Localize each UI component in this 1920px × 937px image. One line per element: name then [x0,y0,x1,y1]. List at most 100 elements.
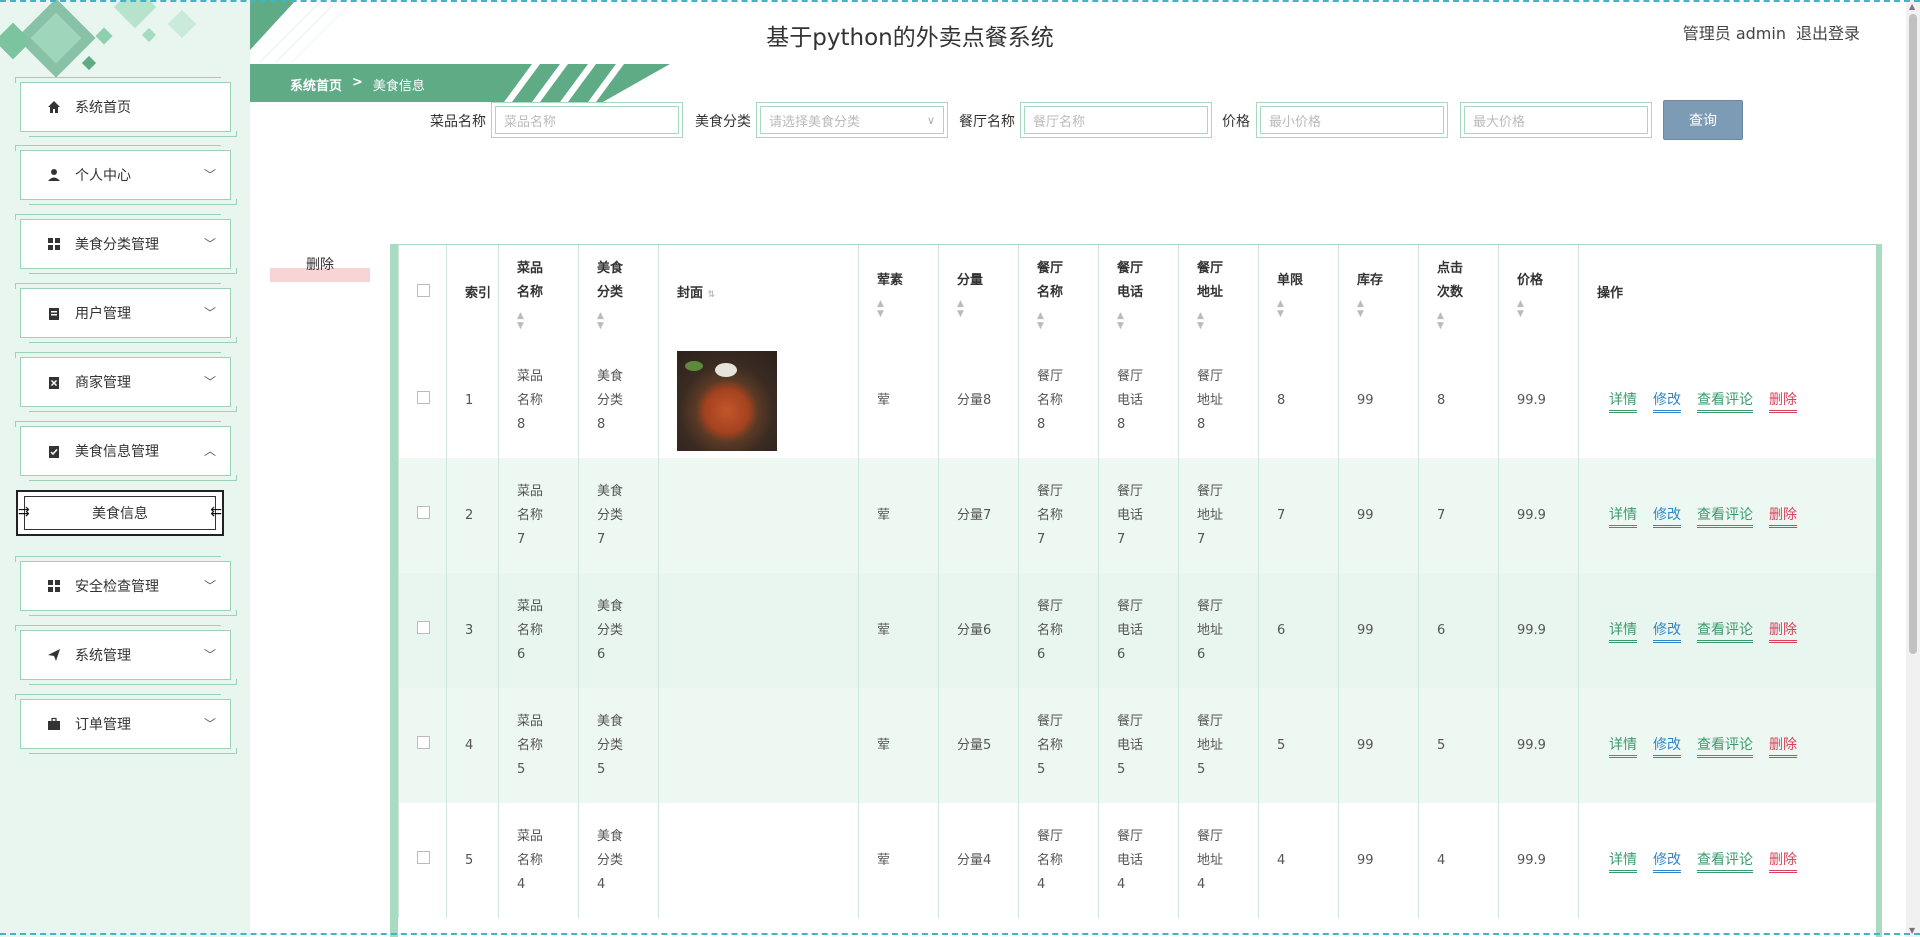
cell-index: 3 [446,573,499,688]
cell-veg: 荤 [858,458,939,573]
col-restaurant-phone[interactable]: 餐厅电话 ▲ ▼ [1098,245,1179,343]
sidebar-decoration [95,27,113,45]
col-cover[interactable]: 封面 ⇅ [658,245,859,343]
chevron-down-icon: ﹀ [203,168,216,182]
sidebar-item-label: 商家管理 [75,375,131,391]
restaurant-name-input[interactable]: 餐厅名称 [1020,102,1212,138]
col-restaurant-name[interactable]: 餐厅名称 ▲ ▼ [1018,245,1099,343]
view-comments-link[interactable]: 查看评论 [1697,505,1753,528]
breadcrumb-home[interactable]: 系统首页 [290,75,342,94]
cell-limit: 8 [1258,343,1339,458]
scroll-up-icon[interactable]: ▲ [1909,2,1915,11]
menu-decor-line [29,610,237,616]
delete-link[interactable]: 删除 [1769,505,1797,528]
row-checkbox[interactable] [417,505,430,519]
page-title: 基于python的外卖点餐系统 [766,25,1054,51]
sidebar-item[interactable]: 系统首页 [15,77,237,137]
sidebar-item[interactable]: 个人中心 ﹀ [15,145,237,205]
cell-operations: 详情 修改 查看评论 删除 [1578,803,1876,918]
sidebar-item[interactable]: 系统管理 ﹀ [15,625,237,685]
col-veg[interactable]: 荤素 ▲ ▼ [858,245,939,343]
view-comments-link[interactable]: 查看评论 [1697,735,1753,758]
menu-decor-line [15,556,221,562]
edit-link[interactable]: 修改 [1653,735,1681,758]
cell-cover [658,343,859,458]
cell-clicks: 4 [1418,803,1499,918]
view-comments-link[interactable]: 查看评论 [1697,850,1753,873]
logout-link[interactable]: 退出登录 [1796,20,1860,44]
cell-restaurant-phone: 餐厅电话5 [1098,688,1179,803]
cell-select [398,458,447,573]
delete-link[interactable]: 删除 [1769,735,1797,758]
col-category[interactable]: 美食分类 ▲ ▼ [578,245,659,343]
cell-veg: 荤 [858,573,939,688]
app-root: 系统首页 个人中心 ﹀ 美食分类管理 ﹀ 用户管理 ﹀ 商家管理 ﹀ 美食信息管理 ︿ 安全检查管理 ﹀… [0,0,1920,937]
max-price-input[interactable]: 最大价格 [1460,102,1652,138]
food-cover-image[interactable] [677,350,777,451]
sidebar-item[interactable]: 安全检查管理 ﹀ [15,556,237,616]
briefcase-icon [47,717,61,731]
cell-cover [658,688,859,803]
breadcrumb: 系统首页 > 美食信息 [250,64,670,102]
category-select[interactable]: 请选择美食分类 ∨ [756,102,948,138]
menu-decor-line [15,421,221,427]
sidebar-item-label: 个人中心 [75,168,131,184]
detail-link[interactable]: 详情 [1609,620,1637,643]
sidebar-item[interactable]: 用户管理 ﹀ [15,283,237,343]
cell-restaurant-address: 餐厅地址8 [1178,343,1259,458]
menu-decor-line [15,214,221,220]
delete-link[interactable]: 删除 [1769,620,1797,643]
min-price-input[interactable]: 最小价格 [1256,102,1448,138]
sidebar-item[interactable]: 商家管理 ﹀ [15,352,237,412]
cell-dish-name: 菜品名称4 [498,803,579,918]
detail-link[interactable]: 详情 [1609,390,1637,413]
query-button[interactable]: 查询 [1663,100,1743,140]
table-row: 2 菜品名称7 美食分类7 荤分量7 餐厅名称7 餐厅电话7 餐厅地址7 7 99 7 99.9 详情… [398,458,1876,573]
col-clicks[interactable]: 点击次数 ▲ ▼ [1418,245,1499,343]
detail-link[interactable]: 详情 [1609,735,1637,758]
col-stock[interactable]: 库存 ▲ ▼ [1338,245,1419,343]
cell-select [398,573,447,688]
col-dish-name[interactable]: 菜品名称 ▲ ▼ [498,245,579,343]
view-comments-link[interactable]: 查看评论 [1697,390,1753,413]
cell-dish-name: 菜品名称7 [498,458,579,573]
sort-icon: ▲ ▼ [1197,311,1204,331]
edit-link[interactable]: 修改 [1653,850,1681,873]
cell-veg: 荤 [858,343,939,458]
sidebar-item[interactable]: 订单管理 ﹀ [15,694,237,754]
detail-link[interactable]: 详情 [1609,850,1637,873]
menu-decor-line [15,625,221,631]
grid-icon [47,237,61,251]
cell-restaurant-address: 餐厅地址7 [1178,458,1259,573]
scrollbar-thumb[interactable] [1909,14,1917,654]
col-portion[interactable]: 分量 ▲ ▼ [938,245,1019,343]
submenu-item-food-info[interactable]: ⇉ 美食信息 ⇇ [16,490,224,536]
cell-price: 99.9 [1498,573,1579,688]
row-checkbox[interactable] [417,390,430,404]
cell-operations: 详情 修改 查看评论 删除 [1578,458,1876,573]
sort-icon: ▲ ▼ [1277,299,1284,319]
dish-name-input[interactable]: 菜品名称 [491,102,683,138]
page-scrollbar[interactable]: ▲ ▼ [1906,0,1920,937]
menu-decor-line [29,199,237,205]
delete-link[interactable]: 删除 [1769,850,1797,873]
delete-link[interactable]: 删除 [1769,390,1797,413]
sidebar-item[interactable]: 美食信息管理 ︿ [15,421,237,481]
view-comments-link[interactable]: 查看评论 [1697,620,1753,643]
row-checkbox[interactable] [417,620,430,634]
sidebar-decoration [81,55,97,71]
col-restaurant-address[interactable]: 餐厅地址 ▲ ▼ [1178,245,1259,343]
edit-link[interactable]: 修改 [1653,390,1681,413]
sidebar-item[interactable]: 美食分类管理 ﹀ [15,214,237,274]
select-all-checkbox[interactable] [417,284,430,297]
col-limit[interactable]: 单限 ▲ ▼ [1258,245,1339,343]
cell-dish-name: 菜品名称5 [498,688,579,803]
detail-link[interactable]: 详情 [1609,505,1637,528]
edit-link[interactable]: 修改 [1653,620,1681,643]
row-checkbox[interactable] [417,850,430,864]
teapot-shape [715,362,737,377]
row-checkbox[interactable] [417,735,430,749]
edit-link[interactable]: 修改 [1653,505,1681,528]
batch-delete-button[interactable]: 删除 [270,254,370,284]
col-price[interactable]: 价格 ▲ ▼ [1498,245,1579,343]
